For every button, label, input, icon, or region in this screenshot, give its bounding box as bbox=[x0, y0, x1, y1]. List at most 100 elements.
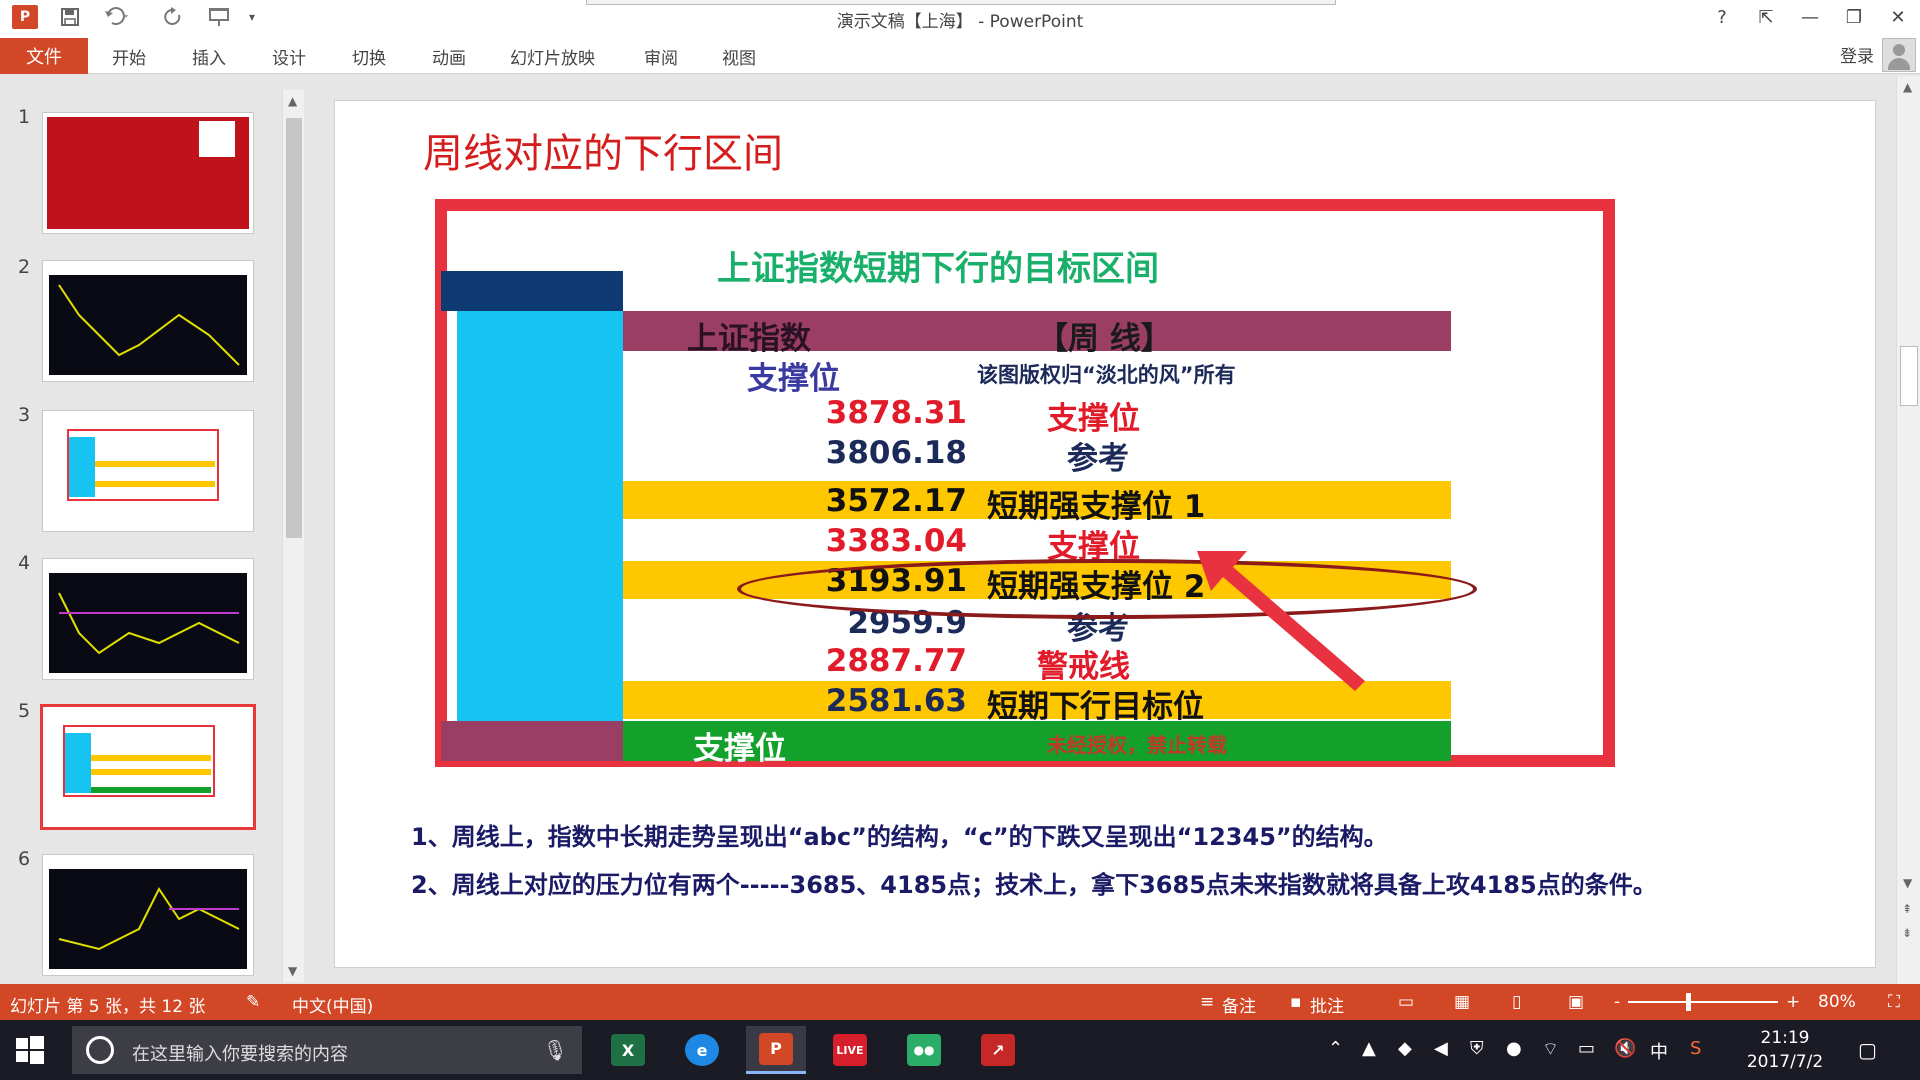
language-indicator[interactable]: 中文(中国) bbox=[292, 992, 373, 1017]
slide-sorter-icon[interactable]: ▦ bbox=[1454, 992, 1470, 1012]
tab-animations[interactable]: 动画 bbox=[432, 44, 466, 69]
slide-thumbnail-3[interactable] bbox=[42, 410, 254, 532]
table-side-cyan bbox=[457, 311, 623, 721]
action-center-icon[interactable]: ▢ bbox=[1858, 1038, 1877, 1062]
scroll-up-icon[interactable]: ▲ bbox=[288, 94, 297, 108]
zoom-out-button[interactable]: - bbox=[1614, 992, 1620, 1012]
tray-app-icon[interactable]: ▲ bbox=[1362, 1038, 1376, 1059]
scroll-down-icon[interactable]: ▼ bbox=[288, 964, 297, 978]
fit-to-window-icon[interactable]: ⛶ bbox=[1888, 992, 1900, 1012]
wechat-icon: ●● bbox=[907, 1034, 941, 1066]
browser-icon: e bbox=[685, 1034, 719, 1066]
shield-icon[interactable]: ⛨ bbox=[1470, 1038, 1484, 1059]
tray-app-icon[interactable]: ● bbox=[1506, 1038, 1522, 1059]
scroll-up-icon[interactable]: ▲ bbox=[1903, 80, 1912, 94]
spell-check-icon[interactable]: ✎ bbox=[246, 992, 260, 1012]
sign-in-link[interactable]: 登录 bbox=[1840, 42, 1874, 67]
ribbon-display-options-icon[interactable]: ⇱ bbox=[1746, 2, 1786, 32]
level-label: 参考 bbox=[1067, 441, 1129, 477]
windows-start-icon[interactable] bbox=[14, 1034, 46, 1066]
powerpoint-icon: P bbox=[759, 1032, 793, 1065]
slide-scrollbar[interactable]: ▲ ▼ ⇞ ⇟ bbox=[1896, 76, 1920, 984]
column-header-weekly: 【周 线】 bbox=[1037, 321, 1172, 357]
level-label: 支撑位 bbox=[1047, 401, 1140, 437]
notes-button[interactable]: 备注 bbox=[1222, 992, 1256, 1017]
taskbar-live[interactable]: LIVE bbox=[820, 1026, 880, 1074]
volume-muted-icon[interactable]: 🔇 bbox=[1614, 1038, 1636, 1059]
cortana-icon bbox=[86, 1036, 114, 1064]
normal-view-icon[interactable]: ▭ bbox=[1398, 992, 1414, 1012]
ime-indicator[interactable]: 中 bbox=[1650, 1038, 1668, 1064]
thumbnail-number: 2 bbox=[18, 256, 31, 278]
slide-canvas[interactable]: 周线对应的下行区间 上证指数短期下行的目标区间 上证指数 【周 线】 支撑位 该… bbox=[334, 100, 1876, 968]
table-corner-maroon bbox=[441, 721, 623, 761]
previous-slide-icon[interactable]: ⇞ bbox=[1902, 902, 1912, 916]
slideshow-view-icon[interactable]: ▣ bbox=[1568, 992, 1584, 1012]
taskbar-powerpoint[interactable]: P bbox=[746, 1026, 806, 1074]
network-icon[interactable]: ⌔ bbox=[1542, 1038, 1559, 1061]
thumbnail-number: 1 bbox=[18, 106, 31, 128]
battery-icon[interactable]: ▭ bbox=[1578, 1038, 1595, 1059]
tab-slideshow[interactable]: 幻灯片放映 bbox=[510, 44, 595, 69]
user-avatar-icon[interactable] bbox=[1882, 38, 1916, 72]
system-clock[interactable]: 21:19 2017/7/2 bbox=[1740, 1026, 1830, 1074]
tab-review[interactable]: 审阅 bbox=[644, 44, 678, 69]
slide-thumbnail-6[interactable] bbox=[42, 854, 254, 976]
window-title: 演示文稿【上海】 - PowerPoint bbox=[836, 12, 1084, 32]
notes-icon[interactable]: ≡ bbox=[1200, 992, 1214, 1012]
zoom-slider[interactable] bbox=[1628, 1001, 1778, 1003]
tab-view[interactable]: 视图 bbox=[722, 44, 756, 69]
tab-home[interactable]: 开始 bbox=[112, 44, 146, 69]
scrollbar-thumb[interactable] bbox=[1900, 346, 1918, 406]
slide-title[interactable]: 周线对应的下行区间 bbox=[423, 121, 783, 179]
tab-design[interactable]: 设计 bbox=[272, 44, 306, 69]
zoom-slider-thumb[interactable] bbox=[1686, 993, 1691, 1011]
slide-thumbnail-4[interactable] bbox=[42, 558, 254, 680]
taskbar-stock-app[interactable]: ↗ bbox=[968, 1026, 1028, 1074]
zoom-in-button[interactable]: + bbox=[1786, 992, 1800, 1012]
taskbar-browser[interactable]: e bbox=[672, 1026, 732, 1074]
tab-insert[interactable]: 插入 bbox=[192, 44, 226, 69]
footer-note: 未经授权，禁止转载 bbox=[1047, 733, 1227, 757]
microphone-icon[interactable]: 🎙 bbox=[543, 1038, 568, 1062]
excel-icon: X bbox=[611, 1034, 645, 1066]
tab-file[interactable]: 文件 bbox=[0, 38, 88, 74]
slide-thumbnail-2[interactable] bbox=[42, 260, 254, 382]
help-button[interactable]: ? bbox=[1702, 2, 1742, 32]
target-range-table[interactable]: 上证指数短期下行的目标区间 上证指数 【周 线】 支撑位 该图版权归“淡北的风”… bbox=[435, 199, 1615, 767]
show-hidden-icons[interactable]: ⌃ bbox=[1328, 1038, 1343, 1059]
restore-button[interactable]: ❐ bbox=[1834, 2, 1874, 32]
note-line-1: 1、周线上，指数中长期走势呈现出“abc”的结构，“c”的下跌又呈现出“1234… bbox=[411, 823, 1388, 851]
comments-icon[interactable]: ▪ bbox=[1290, 992, 1302, 1012]
level-value: 3806.18 bbox=[825, 435, 967, 471]
thumbnails-scrollbar[interactable]: ▲ ▼ bbox=[282, 90, 304, 982]
scroll-down-icon[interactable]: ▼ bbox=[1903, 876, 1912, 890]
windows-taskbar: 在这里输入你要搜索的内容 🎙 X e P LIVE ●● ↗ ⌃ ▲ ◆ ◀ ⛨… bbox=[0, 1020, 1920, 1080]
stock-app-icon: ↗ bbox=[981, 1034, 1015, 1066]
thumbnail-number: 5 bbox=[18, 700, 31, 722]
comments-button[interactable]: 批注 bbox=[1310, 992, 1344, 1017]
level-value: 2581.63 bbox=[825, 683, 967, 719]
footer-support-label: 支撑位 bbox=[693, 731, 786, 767]
taskbar-excel[interactable]: X bbox=[598, 1026, 658, 1074]
thumbnail-number: 6 bbox=[18, 848, 31, 870]
sogou-input-icon[interactable]: S bbox=[1690, 1038, 1701, 1059]
slide-thumbnail-1[interactable] bbox=[42, 112, 254, 234]
level-value: 3572.17 bbox=[825, 483, 967, 519]
reading-view-icon[interactable]: ▯ bbox=[1512, 992, 1521, 1012]
slide-thumbnail-5[interactable] bbox=[40, 704, 256, 830]
tray-app-icon[interactable]: ◀ bbox=[1434, 1038, 1448, 1059]
zoom-level[interactable]: 80% bbox=[1818, 992, 1856, 1012]
minimize-button[interactable]: — bbox=[1790, 2, 1830, 32]
title-top-tab bbox=[586, 0, 1336, 5]
scrollbar-thumb[interactable] bbox=[286, 118, 302, 538]
next-slide-icon[interactable]: ⇟ bbox=[1902, 926, 1912, 940]
column-header-index: 上证指数 bbox=[687, 321, 811, 357]
note-line-2: 2、周线上对应的压力位有两个-----3685、4185点；技术上，拿下3685… bbox=[411, 871, 1657, 899]
taskbar-wechat[interactable]: ●● bbox=[894, 1026, 954, 1074]
tab-transitions[interactable]: 切换 bbox=[352, 44, 386, 69]
security-icon[interactable]: ◆ bbox=[1398, 1038, 1412, 1059]
taskbar-search-box[interactable]: 在这里输入你要搜索的内容 🎙 bbox=[72, 1026, 582, 1074]
close-button[interactable]: ✕ bbox=[1878, 2, 1918, 32]
table-corner-navy bbox=[441, 271, 623, 311]
